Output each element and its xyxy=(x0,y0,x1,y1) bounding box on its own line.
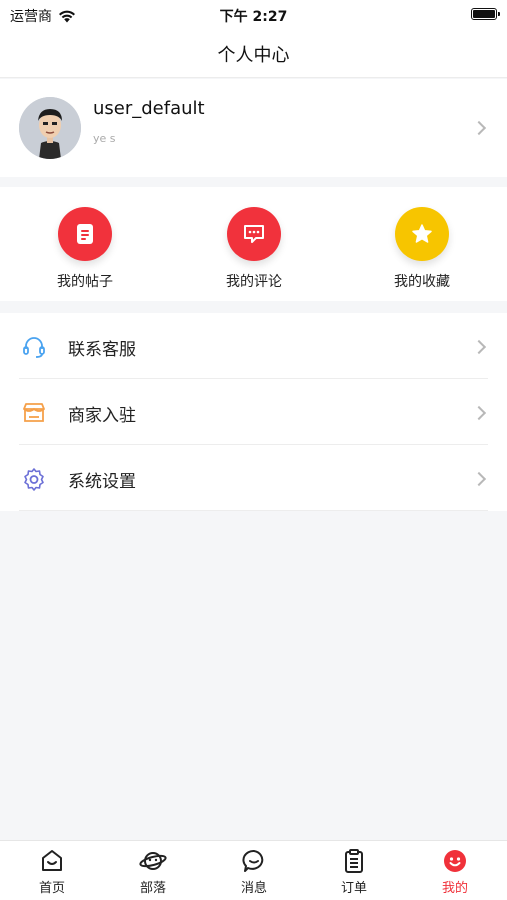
menu-label-merchant-join: 商家入驻 xyxy=(68,406,136,426)
profile-card[interactable]: user_default ye s xyxy=(0,79,507,177)
my-favorites-label: 我的收藏 xyxy=(394,274,450,290)
username: user_default xyxy=(93,98,205,119)
profile-icon xyxy=(441,847,469,875)
tab-orders[interactable]: 订单 xyxy=(304,847,404,896)
tab-profile[interactable]: 我的 xyxy=(405,847,505,896)
avatar[interactable] xyxy=(19,97,81,159)
comment-icon xyxy=(227,207,281,261)
tab-messages[interactable]: 消息 xyxy=(204,847,304,896)
planet-icon xyxy=(139,847,167,875)
quick-actions: 我的帖子 我的评论 我的收藏 xyxy=(0,187,507,301)
navigation-bar: 个人中心 xyxy=(0,30,507,78)
menu-item-merchant-join[interactable]: 商家入驻 xyxy=(0,379,507,445)
star-icon xyxy=(395,207,449,261)
document-icon xyxy=(58,207,112,261)
home-icon xyxy=(38,847,66,875)
my-comments-button[interactable]: 我的评论 xyxy=(204,207,304,291)
chevron-right-icon xyxy=(471,339,487,355)
gear-icon xyxy=(24,468,44,491)
page-title: 个人中心 xyxy=(217,44,290,66)
chevron-right-icon xyxy=(471,471,487,487)
menu-item-customer-service[interactable]: 联系客服 xyxy=(0,313,507,379)
store-icon xyxy=(23,403,45,422)
chevron-right-icon xyxy=(471,405,487,421)
status-time: 下午 2:27 xyxy=(219,9,288,25)
tab-orders-label: 订单 xyxy=(340,881,367,896)
battery-icon xyxy=(471,8,500,20)
tab-bar: 首页 部落 消息 订单 我的 xyxy=(0,840,507,900)
divider xyxy=(19,510,488,511)
my-comments-label: 我的评论 xyxy=(226,274,282,290)
tab-home-label: 首页 xyxy=(38,881,65,896)
tab-messages-label: 消息 xyxy=(240,881,267,896)
tab-profile-label: 我的 xyxy=(441,881,468,896)
my-posts-button[interactable]: 我的帖子 xyxy=(35,207,135,291)
chevron-right-icon xyxy=(471,120,487,136)
order-icon xyxy=(340,847,368,875)
headset-icon xyxy=(23,337,45,358)
profile-subtitle: ye s xyxy=(93,132,116,145)
my-posts-label: 我的帖子 xyxy=(57,274,113,290)
tab-tribe-label: 部落 xyxy=(139,881,166,896)
tab-tribe[interactable]: 部落 xyxy=(103,847,203,896)
message-icon xyxy=(240,847,268,875)
tab-home[interactable]: 首页 xyxy=(2,847,102,896)
status-bar: 运营商 下午 2:27 xyxy=(0,0,507,30)
menu-label-customer-service: 联系客服 xyxy=(68,340,136,360)
my-favorites-button[interactable]: 我的收藏 xyxy=(372,207,472,291)
settings-menu: 联系客服 商家入驻 系统设置 xyxy=(0,313,507,511)
menu-item-system-settings[interactable]: 系统设置 xyxy=(0,445,507,511)
menu-label-system-settings: 系统设置 xyxy=(68,472,136,492)
